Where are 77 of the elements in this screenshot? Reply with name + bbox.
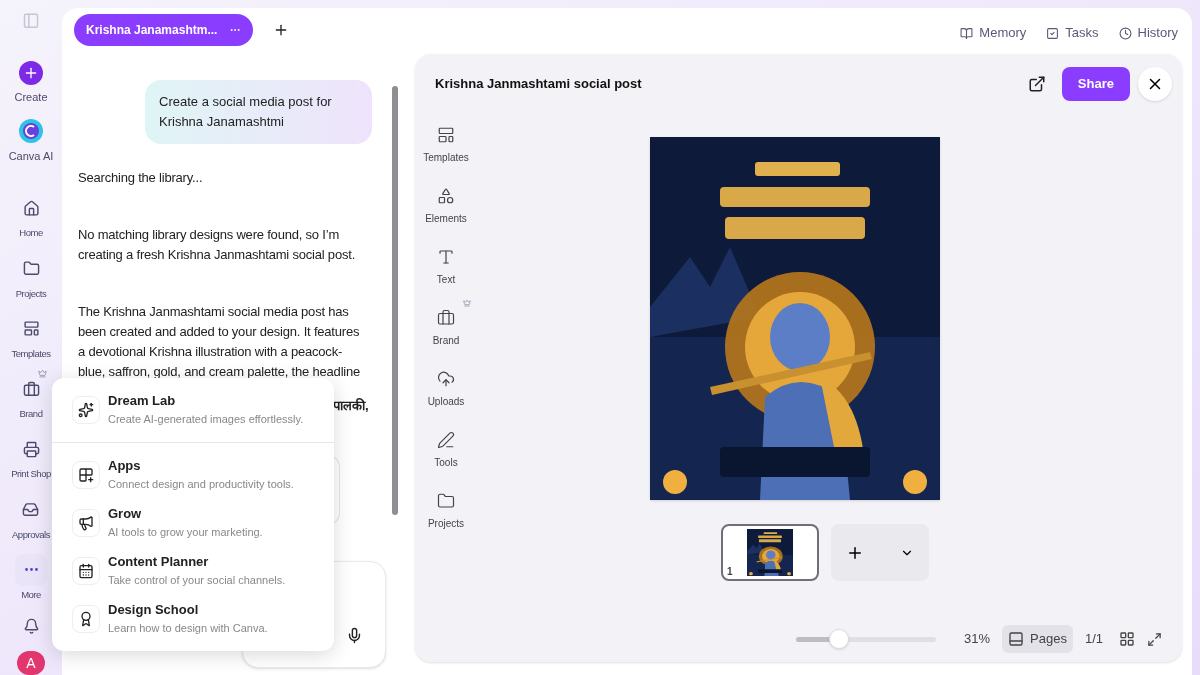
sidebar-toggle-icon[interactable] bbox=[21, 12, 41, 30]
create-button[interactable]: Create bbox=[14, 61, 48, 106]
layout-icon bbox=[437, 126, 455, 144]
menu-item[interactable]: Content Planner Take control of your social channels. bbox=[52, 547, 334, 595]
sidebar-item[interactable]: Projects bbox=[15, 252, 47, 301]
upload-icon bbox=[437, 370, 455, 388]
chat-tab[interactable]: Krishna Janamashtm... bbox=[74, 14, 254, 46]
menu-item-title: Design School bbox=[108, 602, 200, 618]
tool-button[interactable]: Elements bbox=[425, 187, 467, 226]
more-icon bbox=[15, 553, 47, 586]
design-title: Krishna Janmashtami social post bbox=[435, 75, 643, 94]
sidebar-item[interactable]: More bbox=[15, 553, 47, 603]
menu-item-title: Content Planner bbox=[108, 554, 210, 570]
assistant-message: The Krishna Janmashtami social media post has been created and added to your design. It features a devotional Krishna illustration with a peacock-blue, saffron, gold, and cream palette, the headline bbox=[78, 303, 362, 381]
ai-logo-icon bbox=[18, 117, 44, 144]
sidebar-item[interactable]: Home bbox=[15, 192, 47, 241]
plus-icon bbox=[19, 61, 43, 86]
page-count: 1/1 bbox=[1084, 630, 1103, 649]
award-icon bbox=[72, 605, 100, 633]
crown-icon bbox=[38, 369, 47, 379]
tool-button[interactable]: Tools bbox=[434, 431, 458, 470]
canva-ai-button[interactable]: Canva AI bbox=[8, 117, 54, 165]
sidebar-item[interactable]: Brand bbox=[15, 373, 47, 422]
menu-item-description: Create AI-generated images effortlessly. bbox=[108, 412, 304, 427]
tool-button[interactable]: Templates bbox=[423, 126, 469, 165]
tool-button[interactable]: Brand bbox=[432, 309, 460, 348]
assistant-message: Searching the library... bbox=[78, 169, 204, 187]
sidebar-item[interactable]: Print Shop bbox=[11, 433, 51, 482]
megaphone-icon bbox=[72, 509, 100, 537]
text-icon bbox=[437, 248, 455, 266]
zoom-reading: 31% bbox=[964, 630, 991, 649]
tool-button[interactable]: Uploads bbox=[427, 370, 465, 409]
assistant-message: No matching library designs were found, so I’m creating a fresh Krishna Janmashtami social post. bbox=[78, 226, 357, 264]
top-link[interactable]: History bbox=[1118, 23, 1178, 43]
sidebar-item[interactable]: Approvals bbox=[12, 493, 50, 542]
menu-item[interactable]: Design School Learn how to design with Canva. bbox=[52, 595, 334, 643]
tool-button[interactable]: Projects bbox=[427, 492, 465, 531]
page-thumbnail[interactable]: 1 bbox=[721, 524, 819, 581]
menu-item-description: AI tools to grow your marketing. bbox=[108, 525, 263, 540]
menu-item-description: Connect design and productivity tools. bbox=[108, 477, 294, 492]
top-link[interactable]: Tasks bbox=[1046, 23, 1099, 43]
pages-button[interactable]: Pages bbox=[1002, 625, 1073, 653]
checklist-icon bbox=[1046, 26, 1060, 40]
calendar-icon bbox=[72, 557, 100, 585]
close-button[interactable] bbox=[1138, 67, 1172, 101]
sidebar-item[interactable]: Templates bbox=[11, 312, 51, 362]
clock-icon bbox=[1118, 26, 1132, 40]
user-message: Create a social media post for Krishna Janamashtmi bbox=[145, 80, 372, 144]
pen-icon bbox=[437, 431, 455, 449]
sparkle-icon bbox=[72, 396, 100, 424]
menu-item[interactable]: Apps Connect design and productivity tools. bbox=[52, 451, 334, 499]
menu-item-description: Learn how to design with Canva. bbox=[108, 621, 268, 636]
zoom-slider-thumb[interactable] bbox=[829, 629, 850, 649]
menu-item-description: Take control of your social channels. bbox=[108, 573, 286, 588]
top-link[interactable]: Memory bbox=[960, 23, 1027, 43]
open-external-icon[interactable] bbox=[1027, 75, 1046, 93]
menu-item[interactable]: Grow AI tools to grow your marketing. bbox=[52, 499, 334, 547]
shapes-icon bbox=[437, 187, 455, 205]
microphone-icon[interactable] bbox=[346, 627, 363, 644]
hidden-text-fragment: पालकी, bbox=[333, 397, 369, 415]
page-number: 1 bbox=[727, 565, 733, 579]
folder-icon bbox=[437, 492, 455, 510]
share-button[interactable]: Share bbox=[1061, 67, 1130, 101]
menu-item-title: Dream Lab bbox=[108, 393, 177, 409]
crown-icon bbox=[463, 299, 472, 307]
fullscreen-icon[interactable] bbox=[1147, 631, 1162, 647]
menu-item-title: Apps bbox=[108, 458, 142, 474]
avatar[interactable]: A bbox=[17, 650, 45, 675]
briefcase-icon bbox=[437, 309, 455, 327]
zoom-slider[interactable] bbox=[796, 629, 936, 649]
menu-item[interactable]: Dream Lab Create AI-generated images effortlessly. bbox=[52, 386, 334, 434]
menu-item-title: Grow bbox=[108, 506, 143, 522]
tool-button[interactable]: Text bbox=[436, 248, 456, 287]
grid-view-icon[interactable] bbox=[1119, 631, 1135, 647]
apps-icon bbox=[72, 461, 100, 489]
book-icon bbox=[960, 26, 974, 40]
pages-icon bbox=[1008, 631, 1025, 647]
